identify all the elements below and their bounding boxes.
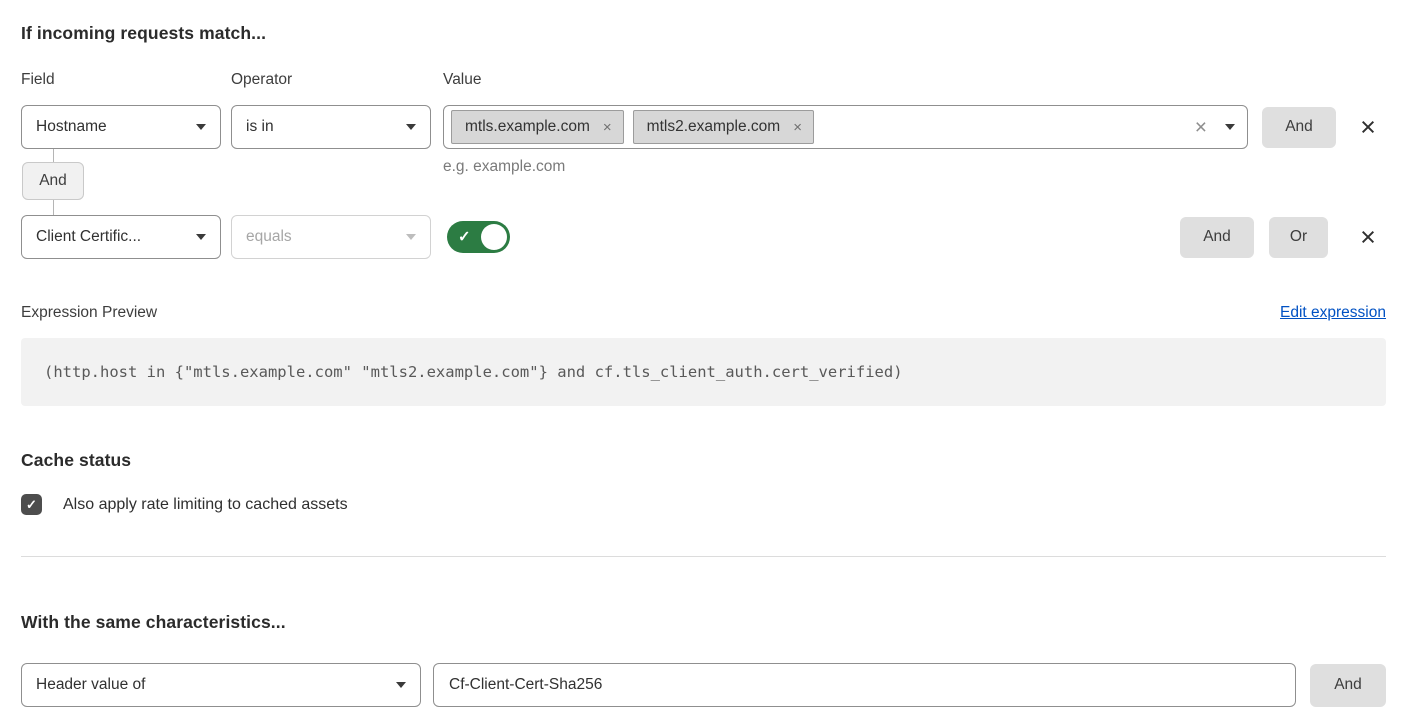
operator-select-row1-value: is in	[246, 118, 398, 136]
tag-remove-icon[interactable]: ×	[603, 120, 612, 135]
characteristic-select-value: Header value of	[36, 676, 388, 694]
cert-verified-toggle[interactable]: ✓	[447, 221, 510, 253]
chevron-down-icon	[196, 124, 206, 130]
connector-line-top	[53, 149, 54, 162]
and-button-row2[interactable]: And	[1180, 217, 1254, 258]
connector-band: And e.g. example.com	[21, 149, 1386, 215]
field-select-row2-value: Client Certific...	[36, 228, 188, 246]
check-icon: ✓	[458, 228, 471, 246]
chevron-down-icon	[406, 234, 416, 240]
header-name-input[interactable]	[433, 663, 1296, 707]
expression-header: Expression Preview Edit expression	[21, 304, 1386, 322]
expression-code-block: (http.host in {"mtls.example.com" "mtls2…	[21, 338, 1386, 406]
value-multiselect[interactable]: mtls.example.com × mtls2.example.com × ×	[443, 105, 1248, 149]
cache-status-title: Cache status	[21, 450, 1386, 471]
dropdown-chevron-icon[interactable]	[1225, 124, 1235, 130]
multiselect-controls: ×	[1192, 117, 1235, 138]
cache-checkbox-row: ✓ Also apply rate limiting to cached ass…	[21, 494, 1386, 515]
remove-row1-button[interactable]: ×	[1352, 111, 1384, 143]
field-column-label: Field	[21, 71, 231, 89]
column-labels: Field Operator Value	[21, 71, 1386, 89]
value-helper-text: e.g. example.com	[443, 158, 565, 176]
chevron-down-icon	[396, 682, 406, 688]
field-select-row1[interactable]: Hostname	[21, 105, 221, 149]
chevron-down-icon	[196, 234, 206, 240]
characteristics-title: With the same characteristics...	[21, 612, 1386, 633]
value-tag-text: mtls2.example.com	[647, 118, 781, 136]
value-column-label: Value	[443, 71, 1386, 89]
rule-row-1: Hostname is in mtls.example.com × mtls2.…	[21, 105, 1386, 149]
or-button-row2[interactable]: Or	[1269, 217, 1328, 258]
clear-selection-icon[interactable]: ×	[1192, 117, 1210, 138]
field-select-row2[interactable]: Client Certific...	[21, 215, 221, 259]
section-divider	[21, 556, 1386, 557]
operator-select-row2: equals	[231, 215, 431, 259]
value-tag-text: mtls.example.com	[465, 118, 590, 136]
operator-select-row1[interactable]: is in	[231, 105, 431, 149]
value-tag: mtls2.example.com ×	[633, 110, 814, 144]
characteristic-select[interactable]: Header value of	[21, 663, 421, 707]
characteristics-row: Header value of And	[21, 663, 1386, 707]
expression-code: (http.host in {"mtls.example.com" "mtls2…	[44, 363, 903, 381]
remove-row2-button[interactable]: ×	[1352, 221, 1384, 253]
rule-row-2: Client Certific... equals ✓ And Or ×	[21, 215, 1386, 259]
toggle-knob	[481, 224, 507, 250]
edit-expression-link[interactable]: Edit expression	[1280, 304, 1386, 322]
connector-and-button[interactable]: And	[22, 162, 84, 200]
operator-select-row2-value: equals	[246, 228, 398, 246]
expression-preview-label: Expression Preview	[21, 304, 157, 322]
operator-column-label: Operator	[231, 71, 443, 89]
connector-line-bottom	[53, 200, 54, 215]
and-button-characteristics[interactable]: And	[1310, 664, 1386, 707]
cached-assets-checkbox[interactable]: ✓	[21, 494, 42, 515]
field-select-row1-value: Hostname	[36, 118, 188, 136]
and-button-row1[interactable]: And	[1262, 107, 1336, 148]
rule-builder-page: If incoming requests match... Field Oper…	[0, 0, 1420, 720]
cached-assets-checkbox-label: Also apply rate limiting to cached asset…	[63, 496, 348, 514]
value-tag: mtls.example.com ×	[451, 110, 624, 144]
chevron-down-icon	[406, 124, 416, 130]
check-icon: ✓	[26, 497, 37, 513]
match-section-title: If incoming requests match...	[21, 23, 1386, 44]
tag-remove-icon[interactable]: ×	[793, 120, 802, 135]
